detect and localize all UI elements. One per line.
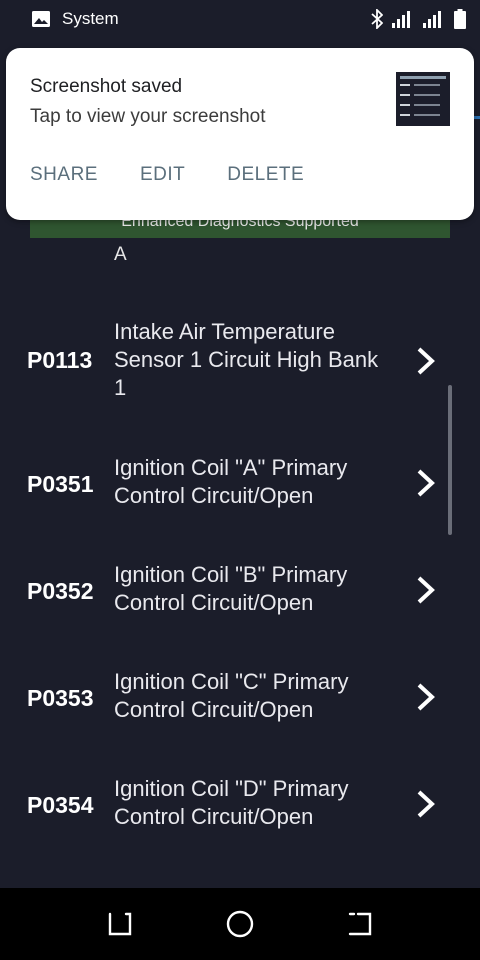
- scrollbar[interactable]: [448, 385, 452, 535]
- chevron-right-icon[interactable]: [414, 575, 438, 605]
- navigation-bar: [0, 888, 480, 960]
- signal-icon: [392, 11, 410, 28]
- screenshot-thumbnail[interactable]: [396, 72, 450, 126]
- chevron-right-icon[interactable]: [414, 789, 438, 819]
- code-label: P0351: [27, 471, 94, 497]
- edit-button[interactable]: EDIT: [140, 164, 185, 186]
- code-description: Ignition Coil "D" Primary Control Circui…: [114, 776, 349, 829]
- code-label: P0353: [27, 685, 94, 711]
- notification-title: Screenshot saved: [30, 76, 183, 97]
- chevron-right-icon[interactable]: [414, 346, 438, 376]
- share-button[interactable]: SHARE: [30, 164, 98, 186]
- notification-actions: SHARE EDIT DELETE: [30, 164, 346, 186]
- chevron-right-icon[interactable]: [414, 682, 438, 712]
- code-label: P0354: [27, 792, 94, 818]
- recents-icon[interactable]: [106, 910, 134, 938]
- back-icon[interactable]: [346, 910, 374, 938]
- accent-divider: [474, 116, 480, 119]
- signal-icon: [423, 11, 441, 28]
- status-app-label: System: [62, 9, 119, 28]
- code-label: P0352: [27, 578, 94, 604]
- notification-text: Tap to view your screenshot: [30, 106, 266, 127]
- bluetooth-icon: [371, 9, 383, 29]
- trouble-code-list[interactable]: Enhanced Diagnostics Supported A P0113 I…: [0, 220, 480, 888]
- home-icon[interactable]: [226, 910, 254, 938]
- code-description: Ignition Coil "A" Primary Control Circui…: [114, 455, 348, 508]
- battery-icon: [454, 9, 466, 29]
- thumbnail-preview-icon: [396, 72, 450, 126]
- status-bar: System: [0, 0, 480, 38]
- code-description: Ignition Coil "C" Primary Control Circui…: [114, 669, 349, 722]
- enhanced-diagnostics-banner: Enhanced Diagnostics Supported: [30, 220, 450, 238]
- chevron-right-icon[interactable]: [414, 468, 438, 498]
- code-label: P0113: [27, 347, 93, 373]
- code-description: Ignition Coil "B" Primary Control Circui…: [114, 562, 348, 615]
- partial-description: A: [114, 244, 127, 265]
- delete-button[interactable]: DELETE: [227, 164, 304, 186]
- image-icon: [32, 11, 50, 27]
- code-description: Intake Air Temperature Sensor 1 Circuit …: [114, 319, 379, 400]
- screenshot-notification[interactable]: Screenshot saved Tap to view your screen…: [6, 48, 474, 220]
